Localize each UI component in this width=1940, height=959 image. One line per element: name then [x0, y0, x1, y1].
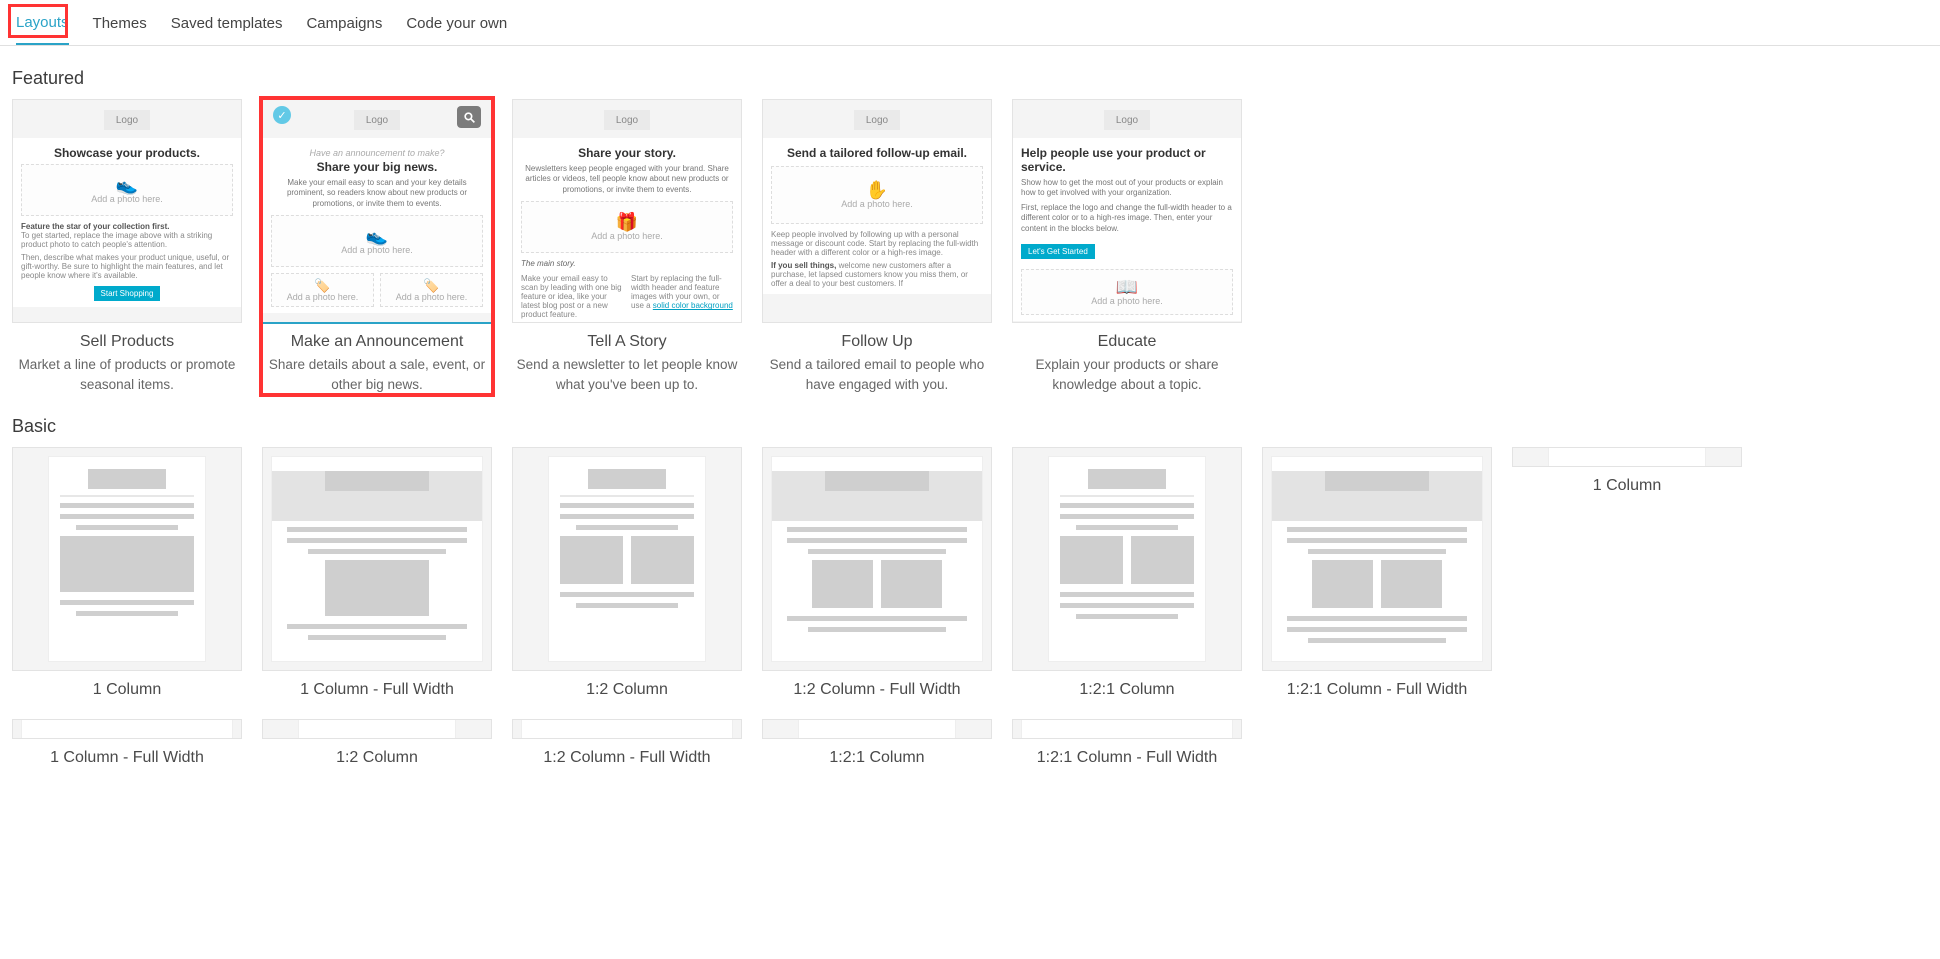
- preview-headline: Share your story.: [521, 146, 733, 160]
- preview-cropped[interactable]: [512, 719, 742, 739]
- preview-headline: Send a tailored follow-up email.: [771, 146, 983, 160]
- template-title: 1 Column: [1512, 477, 1742, 495]
- template-1-column-full-width-row2[interactable]: 1 Column - Full Width: [12, 719, 242, 767]
- shoe-icon: 👟: [116, 176, 138, 194]
- basic-grid: 1 Column 1 Column - Full Width: [0, 447, 1940, 767]
- template-tabs: Layouts Themes Saved templates Campaigns…: [0, 0, 1940, 46]
- tab-saved-templates[interactable]: Saved templates: [171, 10, 283, 45]
- template-title: 1:2 Column: [512, 681, 742, 699]
- photo-placeholder: 🏷️ Add a photo here.: [380, 273, 483, 307]
- photo-placeholder: ✋ Add a photo here.: [771, 166, 983, 224]
- template-desc: Market a line of products or promote sea…: [12, 355, 242, 394]
- template-desc: Send a tailored email to people who have…: [762, 355, 992, 394]
- preview-educate[interactable]: Logo Help people use your product or ser…: [1012, 99, 1242, 323]
- preview-1-2-column-full-width[interactable]: [762, 447, 992, 671]
- check-icon: ✓: [273, 106, 291, 124]
- template-title: 1:2:1 Column: [1012, 681, 1242, 699]
- tag-icon: 🏷️: [423, 279, 439, 292]
- preview-logo: Logo: [354, 110, 400, 130]
- template-desc: Send a newsletter to let people know wha…: [512, 355, 742, 394]
- preview-cropped[interactable]: [762, 719, 992, 739]
- template-title: 1:2:1 Column - Full Width: [1012, 749, 1242, 767]
- template-1-column-row2[interactable]: 1 Column: [1512, 447, 1742, 699]
- template-1-2-1-column-full-width[interactable]: 1:2:1 Column - Full Width: [1262, 447, 1492, 699]
- template-make-announcement[interactable]: ✓ Logo Have an announcement to make? Sha…: [262, 99, 492, 394]
- template-1-2-1-column-row2[interactable]: 1:2:1 Column: [762, 719, 992, 767]
- photo-placeholder: 👟 Add a photo here.: [21, 164, 233, 216]
- photo-placeholder: 👟 Add a photo here.: [271, 215, 483, 267]
- preview-cropped[interactable]: [12, 719, 242, 739]
- template-title: 1 Column - Full Width: [262, 681, 492, 699]
- tab-code-your-own[interactable]: Code your own: [406, 10, 507, 45]
- template-title: 1:2 Column - Full Width: [762, 681, 992, 699]
- template-title: 1:2:1 Column - Full Width: [1262, 681, 1492, 699]
- template-1-2-column[interactable]: 1:2 Column: [512, 447, 742, 699]
- photo-placeholder: 🏷️ Add a photo here.: [271, 273, 374, 307]
- template-title: 1:2 Column - Full Width: [512, 749, 742, 767]
- template-follow-up[interactable]: Logo Send a tailored follow-up email. ✋ …: [762, 99, 992, 394]
- template-title: Make an Announcement: [262, 333, 492, 351]
- preview-logo: Logo: [104, 110, 150, 130]
- template-sell-products[interactable]: Logo Showcase your products. 👟 Add a pho…: [12, 99, 242, 394]
- preview-make-announcement[interactable]: ✓ Logo Have an announcement to make? Sha…: [262, 99, 492, 323]
- tab-campaigns[interactable]: Campaigns: [306, 10, 382, 45]
- preview-sell-products[interactable]: Logo Showcase your products. 👟 Add a pho…: [12, 99, 242, 323]
- featured-grid: Logo Showcase your products. 👟 Add a pho…: [0, 99, 1940, 394]
- preview-logo: Logo: [1104, 110, 1150, 130]
- preview-headline: Help people use your product or service.: [1021, 146, 1233, 174]
- preview-follow-up[interactable]: Logo Send a tailored follow-up email. ✋ …: [762, 99, 992, 323]
- template-1-2-column-full-width[interactable]: 1:2 Column - Full Width: [762, 447, 992, 699]
- template-title: Sell Products: [12, 333, 242, 351]
- template-title: Educate: [1012, 333, 1242, 351]
- template-1-2-1-column[interactable]: 1:2:1 Column: [1012, 447, 1242, 699]
- tab-layouts[interactable]: Layouts: [16, 10, 69, 45]
- preview-cta-button: Let's Get Started: [1021, 244, 1095, 259]
- photo-placeholder: 🎁 Add a photo here.: [521, 201, 733, 253]
- tag-icon: 🏷️: [314, 279, 330, 292]
- template-title: 1 Column: [12, 681, 242, 699]
- template-title: 1:2 Column: [262, 749, 492, 767]
- template-desc: Explain your products or share knowledge…: [1012, 355, 1242, 394]
- book-icon: 📖: [1116, 278, 1138, 296]
- tab-themes[interactable]: Themes: [93, 10, 147, 45]
- section-title-basic: Basic: [12, 416, 1940, 437]
- preview-cropped[interactable]: [262, 719, 492, 739]
- shoe-icon: 👟: [366, 227, 388, 245]
- template-tell-a-story[interactable]: Logo Share your story. Newsletters keep …: [512, 99, 742, 394]
- preview-headline: Showcase your products.: [21, 146, 233, 160]
- gift-icon: 🎁: [616, 213, 638, 231]
- template-1-2-1-column-full-width-row2[interactable]: 1:2:1 Column - Full Width: [1012, 719, 1242, 767]
- template-1-column-full-width[interactable]: 1 Column - Full Width: [262, 447, 492, 699]
- template-title: Follow Up: [762, 333, 992, 351]
- preview-1-column[interactable]: [12, 447, 242, 671]
- magnify-icon[interactable]: [457, 106, 481, 128]
- preview-1-2-1-column[interactable]: [1012, 447, 1242, 671]
- template-1-column[interactable]: 1 Column: [12, 447, 242, 699]
- template-educate[interactable]: Logo Help people use your product or ser…: [1012, 99, 1242, 394]
- template-desc: Share details about a sale, event, or ot…: [262, 355, 492, 394]
- section-title-featured: Featured: [12, 68, 1940, 89]
- preview-cropped[interactable]: [1012, 719, 1242, 739]
- preview-headline: Share your big news.: [271, 160, 483, 174]
- preview-cropped[interactable]: [1512, 447, 1742, 467]
- preview-1-2-column[interactable]: [512, 447, 742, 671]
- template-title: 1:2:1 Column: [762, 749, 992, 767]
- preview-tell-a-story[interactable]: Logo Share your story. Newsletters keep …: [512, 99, 742, 323]
- photo-placeholder: 📖 Add a photo here.: [1021, 269, 1233, 315]
- preview-1-column-full-width[interactable]: [262, 447, 492, 671]
- template-1-2-column-full-width-row2[interactable]: 1:2 Column - Full Width: [512, 719, 742, 767]
- template-title: 1 Column - Full Width: [12, 749, 242, 767]
- template-title: Tell A Story: [512, 333, 742, 351]
- preview-cta-button: Start Shopping: [94, 286, 161, 301]
- preview-logo: Logo: [854, 110, 900, 130]
- preview-1-2-1-column-full-width[interactable]: [1262, 447, 1492, 671]
- template-1-2-column-row2[interactable]: 1:2 Column: [262, 719, 492, 767]
- hand-icon: ✋: [866, 181, 888, 199]
- preview-link: solid color background: [653, 301, 733, 310]
- preview-logo: Logo: [604, 110, 650, 130]
